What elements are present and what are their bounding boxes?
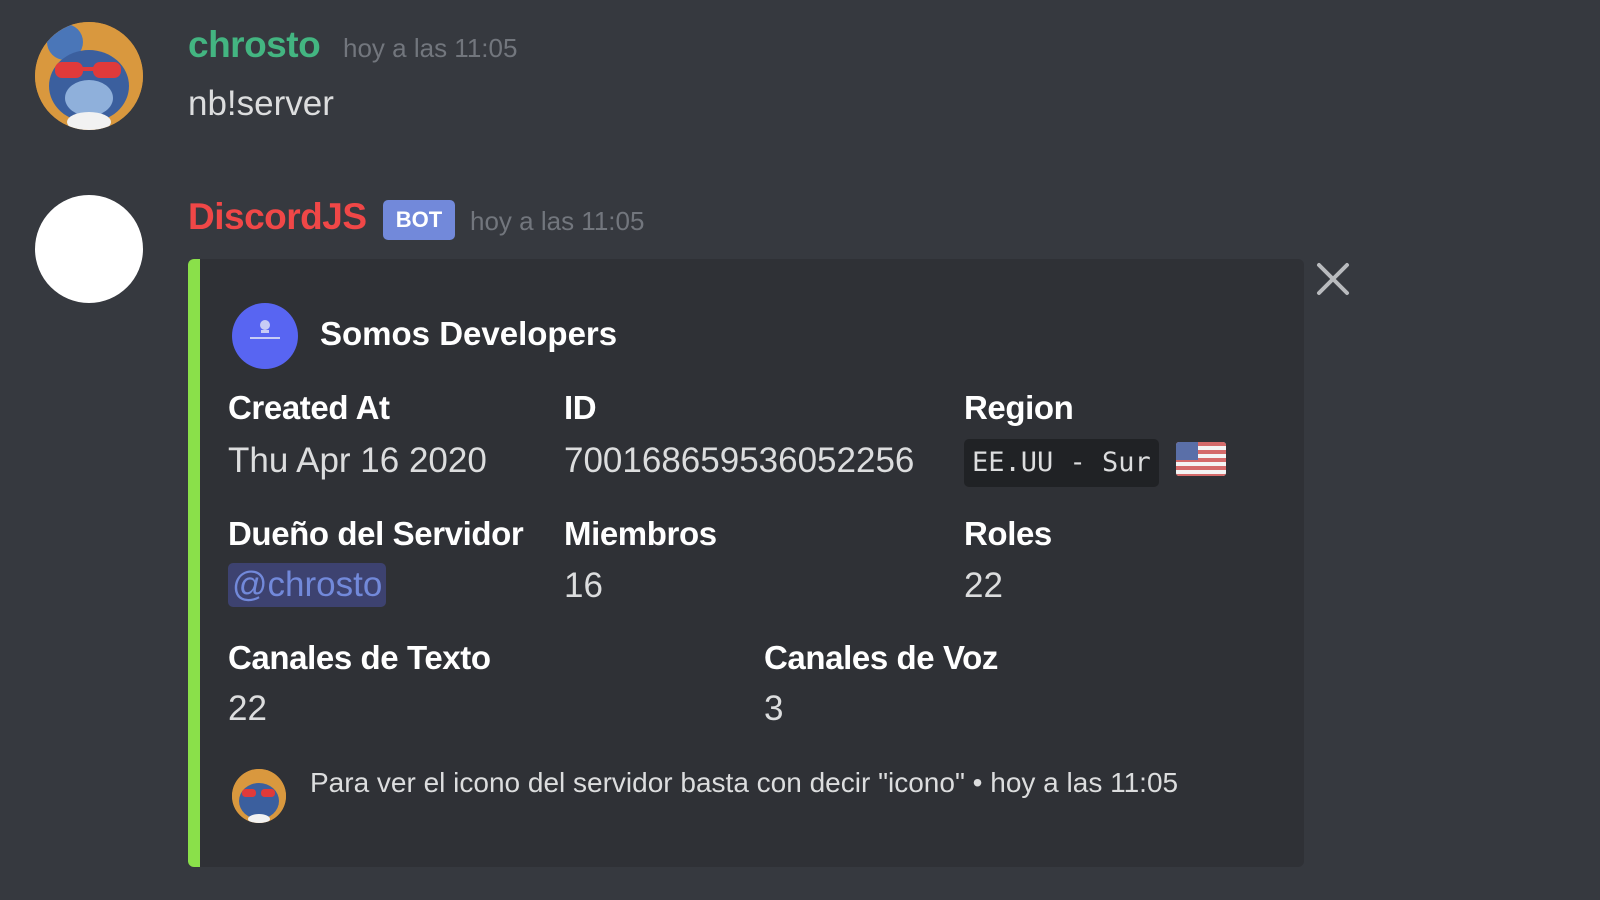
field-text-channels-value: 22: [228, 689, 267, 728]
user-avatar[interactable]: [35, 22, 143, 130]
field-created-at-value: Thu Apr 16 2020: [228, 441, 487, 480]
message-timestamp: hoy a las 11:05: [470, 206, 645, 236]
server-icon[interactable]: [232, 303, 298, 369]
owner-mention[interactable]: @chrosto: [228, 563, 387, 607]
field-members-value: 16: [564, 566, 603, 605]
message-timestamp: hoy a las 11:05: [343, 33, 518, 63]
us-flag-icon: [1176, 442, 1226, 476]
footer-avatar: [232, 769, 286, 823]
embed-footer-text: Para ver el icono del servidor basta con…: [310, 767, 1179, 798]
embed-author-name[interactable]: Somos Developers: [320, 315, 617, 353]
field-id-name: ID: [564, 389, 597, 426]
region-code: EE.UU - Sur: [964, 439, 1159, 487]
field-roles-value: 22: [964, 566, 1003, 605]
username[interactable]: DiscordJS: [188, 196, 367, 238]
bot-avatar[interactable]: [35, 195, 143, 303]
field-owner-name: Dueño del Servidor: [228, 515, 524, 552]
bot-badge: BOT: [383, 200, 455, 240]
field-created-at-name: Created At: [228, 389, 390, 426]
field-id-value: 700168659536052256: [564, 441, 915, 480]
embed-accent-bar: [188, 259, 200, 867]
username[interactable]: chrosto: [188, 24, 321, 66]
server-info-embed: Somos Developers Created At Thu Apr 16 2…: [188, 259, 1304, 867]
field-voice-channels-value: 3: [764, 689, 784, 728]
close-icon[interactable]: [1313, 259, 1353, 299]
field-voice-channels-name: Canales de Voz: [764, 639, 999, 676]
field-roles-name: Roles: [964, 515, 1052, 552]
field-text-channels-name: Canales de Texto: [228, 639, 491, 676]
message-content: nb!server: [188, 84, 334, 123]
field-members-name: Miembros: [564, 515, 717, 552]
field-region-name: Region: [964, 389, 1074, 426]
